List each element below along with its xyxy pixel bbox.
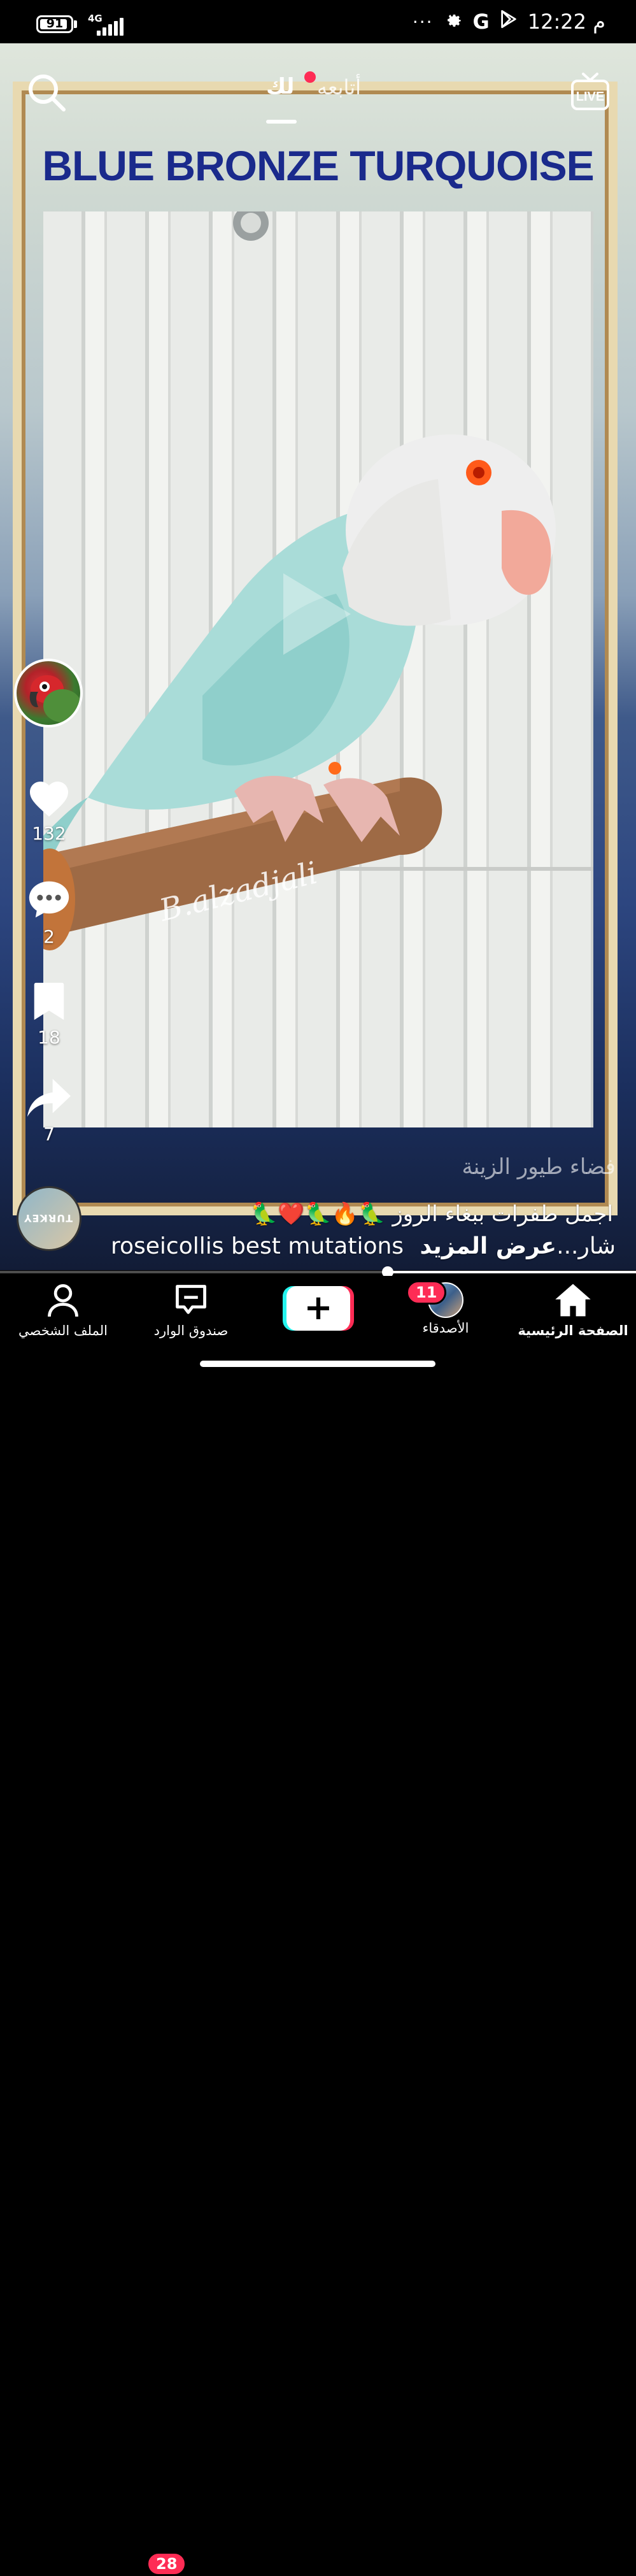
profile-icon [48, 1284, 78, 1317]
search-button[interactable] [25, 71, 67, 113]
search-icon [29, 75, 66, 111]
signal-icon [97, 17, 126, 36]
video-player[interactable]: BLUE BRONZE TURQUOISE B.alzadjali [0, 43, 636, 1270]
settings-icon [444, 10, 463, 34]
video-frame-image: B.alzadjali [43, 211, 593, 1127]
nav-profile[interactable]: الملف الشخصي [6, 1282, 120, 1338]
overflow-dots: ··· [412, 11, 434, 32]
nav-friends-label: الأصدقاء [422, 1320, 469, 1336]
share-icon [27, 1078, 71, 1117]
music-disc-label: TURKEY [24, 1212, 73, 1224]
video-overlay-title: BLUE BRONZE TURQUOISE [42, 142, 594, 189]
video-progress-fill [388, 1271, 636, 1273]
tab-for-you[interactable]: لك [266, 74, 294, 99]
comment-count: 2 [43, 926, 55, 947]
battery-tip [74, 20, 77, 28]
following-notification-dot [304, 71, 316, 83]
caption-line-1[interactable]: اجمل طفرات ببغاء الروز 🦜🔥🦜❤️🦜 [251, 1201, 613, 1227]
comment-icon [29, 881, 69, 918]
nav-home-label: الصفحة الرئيسية [518, 1323, 628, 1338]
create-button[interactable]: + [283, 1286, 354, 1331]
status-right-group: ··· G 12:22 م [413, 9, 605, 34]
live-label: LIVE [576, 90, 604, 104]
nav-home[interactable]: الصفحة الرئيسية [516, 1282, 630, 1338]
caption-line-2[interactable]: roseicollis best mutations شار...عرض الم… [111, 1233, 616, 1259]
heart-icon [30, 782, 68, 817]
inbox-badge: 28 [146, 2552, 187, 2576]
music-disc[interactable]: TURKEY [17, 1186, 81, 1251]
friends-badge: 11 [406, 1280, 447, 1305]
live-tv-icon: LIVE [571, 73, 609, 110]
status-bar: 91 4G ··· G 12:22 م [0, 0, 636, 43]
nav-profile-label: الملف الشخصي [18, 1323, 108, 1338]
bookmark-icon [34, 982, 64, 1020]
google-icon: G [472, 10, 490, 34]
system-home-indicator[interactable] [200, 1361, 435, 1367]
home-icon [555, 1284, 591, 1317]
plus-icon: + [283, 1286, 354, 1331]
battery-percent: 91 [46, 17, 64, 31]
save-count: 18 [38, 1027, 60, 1048]
play-store-icon [500, 10, 518, 34]
author-name[interactable]: فضاء طيور الزينة [462, 1154, 616, 1180]
play-icon[interactable] [283, 573, 351, 655]
nav-inbox[interactable]: صندوق الوارد [134, 1282, 248, 1338]
battery-icon: 91 [36, 15, 73, 33]
live-button[interactable]: LIVE [570, 71, 610, 112]
share-action[interactable]: 7 [20, 1075, 78, 1145]
comment-action[interactable]: 2 [20, 878, 78, 947]
see-more-link[interactable]: عرض المزيد [420, 1233, 556, 1259]
inbox-icon [176, 1285, 206, 1314]
creator-avatar[interactable] [14, 659, 83, 727]
tab-following[interactable]: أتابعه [317, 75, 361, 99]
share-count: 7 [43, 1124, 55, 1145]
like-count: 132 [32, 823, 66, 844]
save-action[interactable]: 18 [20, 981, 78, 1048]
active-tab-indicator [266, 120, 297, 124]
nav-inbox-label: صندوق الوارد [153, 1323, 229, 1338]
svg-text:+: + [304, 1287, 332, 1327]
like-action[interactable]: 132 [20, 776, 78, 844]
status-time: 12:22 م [527, 10, 605, 34]
